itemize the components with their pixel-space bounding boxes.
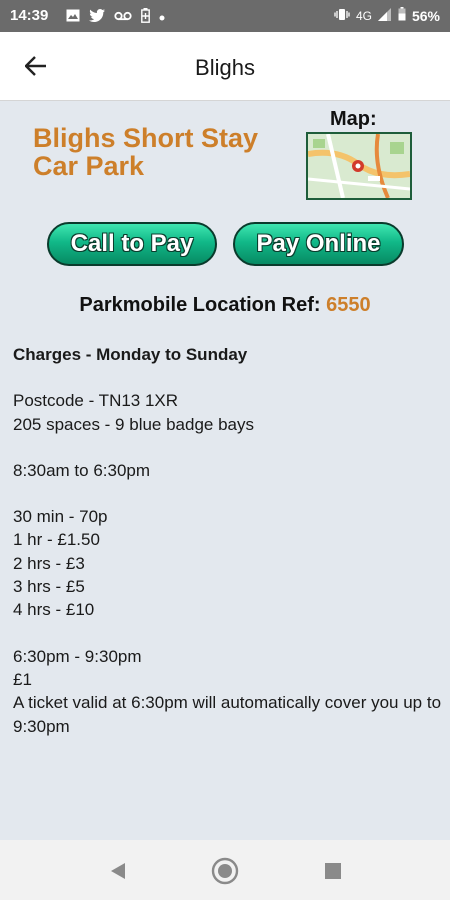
opening-hours-text: 8:30am to 6:30pm bbox=[13, 460, 151, 480]
evening-price-text: £1 bbox=[13, 669, 32, 689]
battery-saver-icon bbox=[141, 8, 150, 26]
map-icon bbox=[308, 134, 410, 198]
location-ref: Parkmobile Location Ref: 6550 bbox=[0, 294, 450, 317]
location-ref-value: 6550 bbox=[326, 294, 371, 316]
app-bar: Blighs bbox=[0, 32, 450, 101]
recents-square-icon[interactable] bbox=[318, 856, 348, 886]
call-to-pay-button[interactable]: Call to Pay bbox=[47, 222, 217, 266]
tariff-item: 4 hrs - £10 bbox=[13, 600, 95, 620]
pay-online-button[interactable]: Pay Online bbox=[233, 222, 404, 266]
battery-icon bbox=[398, 7, 406, 24]
battery-percent: 56% bbox=[411, 7, 440, 24]
map-thumbnail[interactable] bbox=[306, 132, 412, 200]
charges-heading: Charges - Monday to Sunday bbox=[13, 345, 248, 364]
system-icons: 4G 56% bbox=[334, 7, 440, 24]
tariff-item: 30 min - 70p bbox=[13, 507, 108, 527]
car-park-info: Charges - Monday to Sunday Postcode - TN… bbox=[13, 343, 443, 738]
car-park-name: Blighs Short Stay Car Park bbox=[33, 123, 259, 181]
dot-icon bbox=[159, 10, 165, 24]
back-triangle-icon[interactable] bbox=[103, 856, 133, 886]
spaces-text: 205 spaces - 9 blue badge bays bbox=[13, 414, 255, 434]
voicemail-icon bbox=[114, 10, 132, 24]
home-circle-icon[interactable] bbox=[210, 856, 240, 886]
postcode-text: Postcode - TN13 1XR bbox=[13, 391, 179, 411]
network-type: 4G bbox=[355, 8, 372, 23]
page-title: Blighs bbox=[195, 55, 255, 80]
map-label: Map: bbox=[330, 108, 377, 130]
signal-icon bbox=[377, 7, 392, 24]
evening-note-text: A ticket valid at 6:30pm will automatica… bbox=[13, 693, 442, 736]
navigation-bar bbox=[0, 840, 450, 900]
notification-icons bbox=[66, 8, 165, 26]
evening-hours-text: 6:30pm - 9:30pm bbox=[13, 646, 142, 666]
vibrate-icon bbox=[334, 8, 350, 24]
tariff-item: 1 hr - £1.50 bbox=[13, 530, 100, 550]
location-ref-label: Parkmobile Location Ref: bbox=[79, 294, 321, 316]
tariff-item: 3 hrs - £5 bbox=[13, 577, 85, 597]
status-bar: 14:39 4G 56% bbox=[0, 0, 450, 32]
image-icon bbox=[66, 9, 80, 25]
tariff-item: 2 hrs - £3 bbox=[13, 553, 85, 573]
status-time: 14:39 bbox=[10, 7, 49, 24]
twitter-icon bbox=[89, 9, 105, 25]
